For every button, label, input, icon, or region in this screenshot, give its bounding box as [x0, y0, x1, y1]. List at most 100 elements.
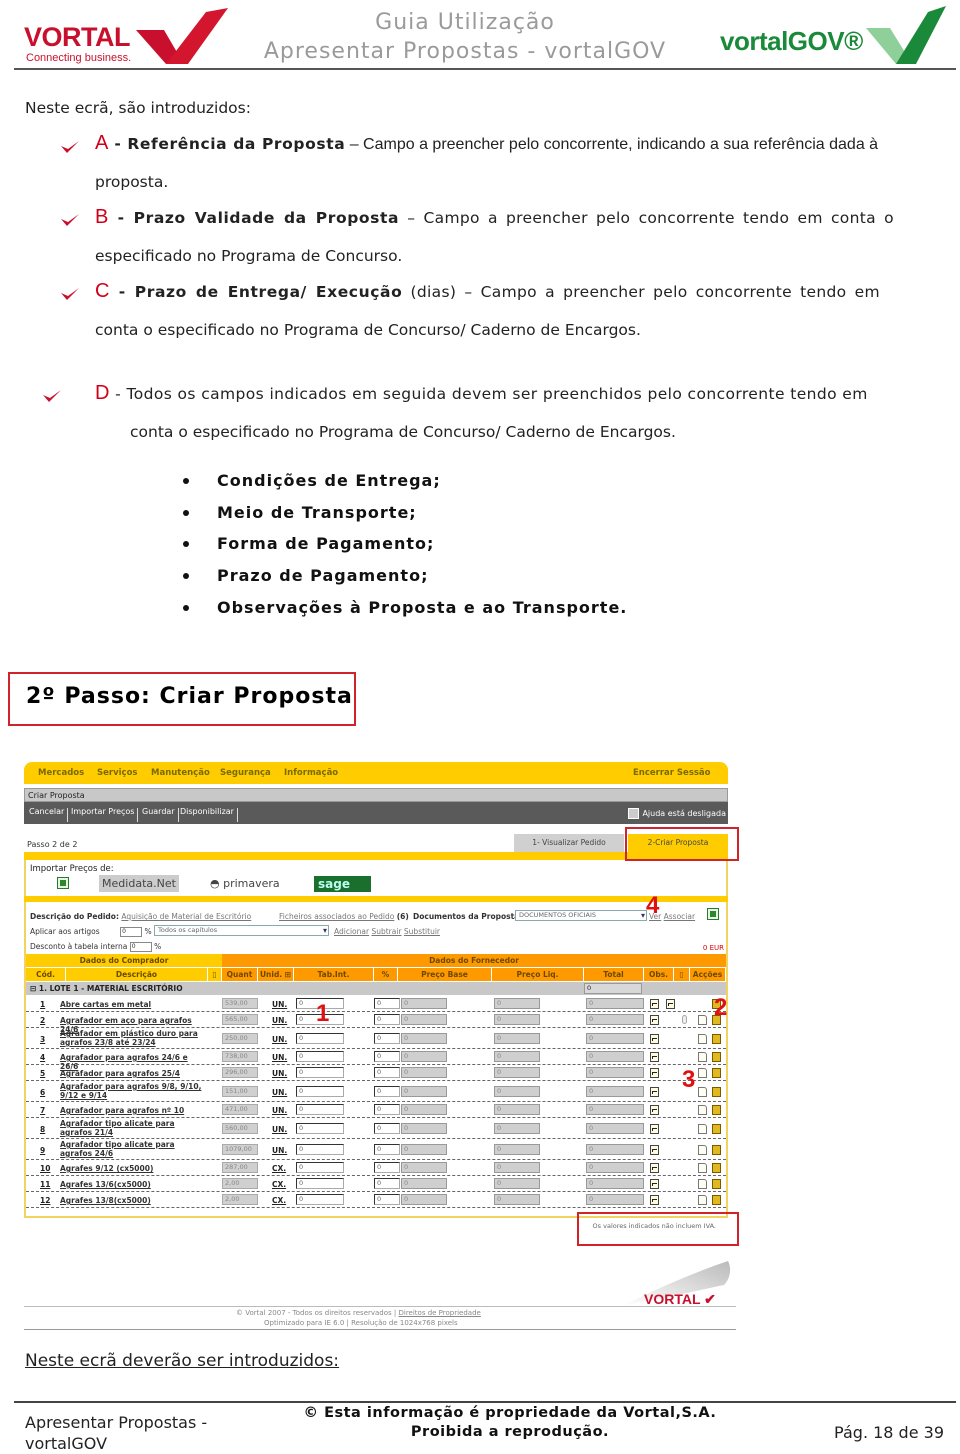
comment-icon[interactable] — [650, 1068, 659, 1078]
property-rights-link[interactable]: Direitos de Propriedade — [399, 1309, 481, 1317]
comment-icon[interactable] — [650, 1163, 659, 1173]
new-document-icon[interactable] — [698, 1163, 707, 1173]
new-document-icon[interactable] — [698, 1052, 707, 1062]
comment-icon[interactable] — [650, 1124, 659, 1134]
row-unit-link[interactable]: UN. — [272, 1053, 287, 1062]
actions-icon[interactable] — [712, 1195, 721, 1205]
row-code-link[interactable]: 10 — [40, 1164, 50, 1173]
attachment-icon[interactable] — [682, 1015, 687, 1024]
actions-icon[interactable] — [712, 1068, 721, 1078]
row-percent-input[interactable]: 0 — [374, 1067, 400, 1078]
row-unit-link[interactable]: UN. — [272, 1088, 287, 1097]
row-description-link[interactable]: Agrafador em plástico duro para agrafos … — [60, 1029, 208, 1047]
new-document-icon[interactable] — [698, 1124, 707, 1134]
row-description-link[interactable]: Agrafador para agrafos 9/8, 9/10, 9/12 e… — [60, 1082, 208, 1100]
col-quant[interactable]: Quant — [222, 968, 258, 981]
row-percent-input[interactable]: 0 — [374, 1033, 400, 1044]
logout-link[interactable]: Encerrar Sessão — [633, 768, 711, 778]
discount-input[interactable]: 0 — [129, 942, 152, 952]
row-unit-link[interactable]: UN. — [272, 1146, 287, 1155]
row-description-link[interactable]: Agrafador para agrafos 25/4 — [60, 1069, 208, 1078]
row-tabint-input[interactable]: 0 — [296, 1178, 344, 1189]
row-unit-link[interactable]: UN. — [272, 1016, 287, 1025]
comment-icon[interactable] — [650, 999, 659, 1009]
row-unit-link[interactable]: UN. — [272, 1035, 287, 1044]
edit-note-icon[interactable] — [666, 999, 675, 1009]
tab-view-request[interactable]: 1- Visualizar Pedido — [514, 834, 624, 852]
comment-icon[interactable] — [650, 1179, 659, 1189]
comment-icon[interactable] — [650, 1034, 659, 1044]
col-tabint[interactable]: Tab.Int. — [294, 968, 374, 981]
row-tabint-input[interactable]: 0 — [296, 1067, 344, 1078]
comment-icon[interactable] — [650, 1052, 659, 1062]
row-tabint-input[interactable]: 0 — [296, 1123, 344, 1134]
row-code-link[interactable]: 11 — [40, 1180, 50, 1189]
comment-icon[interactable] — [650, 1015, 659, 1025]
row-unit-link[interactable]: CX. — [272, 1180, 286, 1189]
row-code-link[interactable]: 9 — [40, 1146, 45, 1155]
row-unit-link[interactable]: UN. — [272, 1000, 287, 1009]
associate-link[interactable]: Associar — [664, 912, 695, 921]
row-unit-link[interactable]: UN. — [272, 1106, 287, 1115]
new-document-icon[interactable] — [698, 1145, 707, 1155]
comment-icon[interactable] — [650, 1105, 659, 1115]
row-code-link[interactable]: 5 — [40, 1069, 45, 1078]
add-link[interactable]: Adicionar — [334, 927, 369, 936]
cancel-button[interactable]: Cancelar — [26, 808, 69, 822]
actions-icon[interactable] — [712, 1124, 721, 1134]
actions-icon[interactable] — [712, 1034, 721, 1044]
row-code-link[interactable]: 2 — [40, 1016, 45, 1025]
docs-select[interactable]: DOCUMENTOS OFICIAIS — [515, 910, 647, 921]
row-description-link[interactable]: Agrafador para agrafos nº 10 — [60, 1106, 208, 1115]
row-code-link[interactable]: 1 — [40, 1000, 45, 1009]
row-description-link[interactable]: Abre cartas em metal — [60, 1000, 208, 1009]
row-code-link[interactable]: 6 — [40, 1088, 45, 1097]
comment-icon[interactable] — [650, 1087, 659, 1097]
row-tabint-input[interactable]: 0 — [296, 1144, 344, 1155]
row-percent-input[interactable]: 0 — [374, 1051, 400, 1062]
row-tabint-input[interactable]: 0 — [296, 1051, 344, 1062]
col-actions[interactable]: Acções — [690, 968, 726, 981]
col-unid[interactable]: Unid. ⊞ — [258, 968, 294, 981]
comment-icon[interactable] — [650, 1145, 659, 1155]
new-document-icon[interactable] — [698, 1068, 707, 1078]
row-code-link[interactable]: 12 — [40, 1196, 50, 1205]
lot-row[interactable]: ⊟ 1. LOTE 1 - MATERIAL ESCRITÓRIO 0 — [26, 982, 726, 995]
row-tabint-input[interactable]: 0 — [296, 1086, 344, 1097]
request-description-link[interactable]: Aquisição de Material de Escritório — [121, 912, 251, 921]
chapters-select[interactable]: Todos os capítulos — [154, 925, 329, 936]
row-unit-link[interactable]: UN. — [272, 1069, 287, 1078]
actions-icon[interactable] — [712, 1163, 721, 1173]
row-percent-input[interactable]: 0 — [374, 1162, 400, 1173]
col-base-price[interactable]: Preço Base — [398, 968, 492, 981]
nav-informacao[interactable]: Informação — [284, 768, 338, 778]
col-net-price[interactable]: Preço Liq. — [492, 968, 584, 981]
new-document-icon[interactable] — [698, 1015, 707, 1025]
row-code-link[interactable]: 3 — [40, 1035, 45, 1044]
publish-button[interactable]: Disponibilizar — [177, 808, 238, 822]
new-document-icon[interactable] — [698, 1034, 707, 1044]
files-link[interactable]: Ficheiros associados ao Pedido — [279, 912, 394, 921]
row-percent-input[interactable]: 0 — [374, 1178, 400, 1189]
subtract-link[interactable]: Subtrair — [371, 927, 401, 936]
row-percent-input[interactable]: 0 — [374, 1194, 400, 1205]
row-percent-input[interactable]: 0 — [374, 998, 400, 1009]
nav-manutencao[interactable]: Manutenção — [151, 768, 210, 778]
col-obs[interactable]: Obs. — [644, 968, 674, 981]
row-unit-link[interactable]: UN. — [272, 1125, 287, 1134]
row-percent-input[interactable]: 0 — [374, 1086, 400, 1097]
nav-servicos[interactable]: Serviços — [97, 768, 137, 778]
new-document-icon[interactable] — [698, 1195, 707, 1205]
row-percent-input[interactable]: 0 — [374, 1144, 400, 1155]
col-pct[interactable]: % — [374, 968, 398, 981]
actions-icon[interactable] — [712, 1087, 721, 1097]
row-tabint-input[interactable]: 0 — [296, 1194, 344, 1205]
comment-icon[interactable] — [650, 1195, 659, 1205]
primavera-button[interactable]: ◓ primavera — [210, 877, 280, 890]
col-cod[interactable]: Cód. — [26, 968, 66, 981]
row-percent-input[interactable]: 0 — [374, 1014, 400, 1025]
row-tabint-input[interactable]: 0 — [296, 1162, 344, 1173]
medidata-button[interactable]: Medidata.Net — [99, 875, 179, 892]
help-toggle[interactable]: Ajuda está desligada — [628, 808, 726, 819]
row-percent-input[interactable]: 0 — [374, 1123, 400, 1134]
